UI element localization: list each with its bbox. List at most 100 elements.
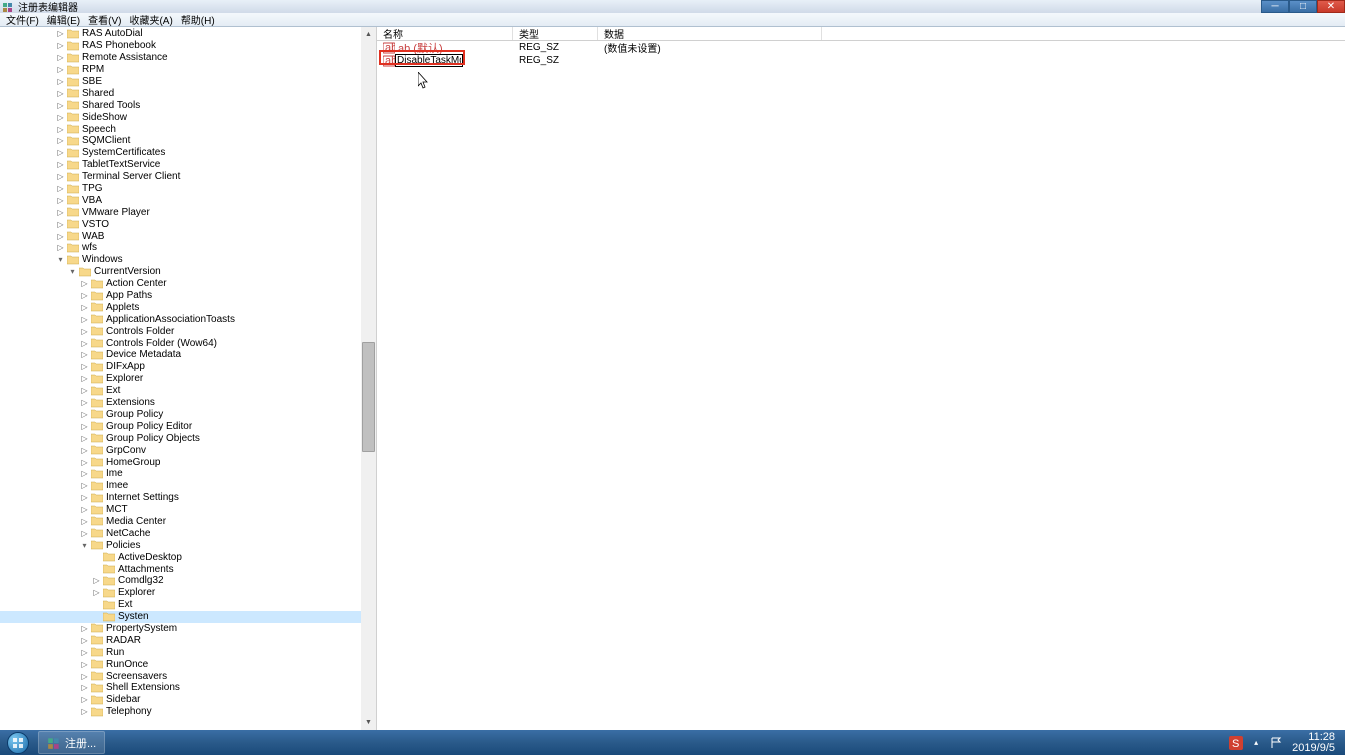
tree-expander-icon[interactable]: ▾ xyxy=(68,267,77,276)
scroll-up-button[interactable]: ▲ xyxy=(361,27,376,42)
tree-expander-icon[interactable] xyxy=(92,553,101,562)
tree-item[interactable]: ▷Extensions xyxy=(0,397,376,409)
tree-expander-icon[interactable]: ▷ xyxy=(56,196,65,205)
tree-item[interactable]: ▷Explorer xyxy=(0,587,376,599)
tree-expander-icon[interactable]: ▷ xyxy=(80,398,89,407)
tree-expander-icon[interactable]: ▷ xyxy=(80,672,89,681)
tree-expander-icon[interactable]: ▷ xyxy=(80,695,89,704)
tree-expander-icon[interactable]: ▷ xyxy=(80,410,89,419)
menu-file[interactable]: 文件(F) xyxy=(2,12,43,27)
tree-expander-icon[interactable]: ▷ xyxy=(80,648,89,657)
tree-item[interactable]: ▷Internet Settings xyxy=(0,492,376,504)
tree-expander-icon[interactable]: ▷ xyxy=(56,148,65,157)
tree-expander-icon[interactable]: ▷ xyxy=(92,588,101,597)
tree-item[interactable]: ▷DIFxApp xyxy=(0,361,376,373)
tree-expander-icon[interactable]: ▷ xyxy=(80,636,89,645)
list-row[interactable]: ab ab (默认) REG_SZ (数值未设置) xyxy=(377,41,1345,54)
tree-expander-icon[interactable]: ▷ xyxy=(80,624,89,633)
column-data[interactable]: 数据 xyxy=(598,27,822,40)
tree-item[interactable]: ▷App Paths xyxy=(0,290,376,302)
tree-item[interactable]: Ext xyxy=(0,599,376,611)
tree-pane[interactable]: ▷RAS AutoDial▷RAS Phonebook▷Remote Assis… xyxy=(0,27,377,730)
tree-expander-icon[interactable]: ▷ xyxy=(80,303,89,312)
tree-expander-icon[interactable] xyxy=(92,600,101,609)
tree-item[interactable]: ▷NetCache xyxy=(0,527,376,539)
window-titlebar[interactable]: 注册表编辑器 ─ □ ✕ xyxy=(0,0,1345,13)
column-name[interactable]: 名称 xyxy=(377,27,513,40)
tree-item[interactable]: ▷RAS AutoDial xyxy=(0,28,376,40)
tree-expander-icon[interactable]: ▷ xyxy=(56,232,65,241)
tree-expander-icon[interactable]: ▷ xyxy=(80,434,89,443)
tree-expander-icon[interactable]: ▷ xyxy=(56,29,65,38)
tree-item[interactable]: ▷Media Center xyxy=(0,516,376,528)
tree-item[interactable]: ▾Windows xyxy=(0,254,376,266)
tree-item[interactable]: ▷SideShow xyxy=(0,111,376,123)
scroll-down-button[interactable]: ▼ xyxy=(361,715,376,730)
menu-favorites[interactable]: 收藏夹(A) xyxy=(125,12,176,27)
tree-item[interactable]: ▾Policies xyxy=(0,539,376,551)
tray-up-icon[interactable]: ▴ xyxy=(1249,736,1263,750)
tree-item[interactable]: ▷Device Metadata xyxy=(0,349,376,361)
tree-item[interactable]: ▷TabletTextService xyxy=(0,159,376,171)
taskbar-item-regedit[interactable]: 注册... xyxy=(38,731,105,754)
tree-scrollbar[interactable]: ▲ ▼ xyxy=(361,27,376,730)
tree-item[interactable]: ▷Ext xyxy=(0,385,376,397)
tree-expander-icon[interactable]: ▷ xyxy=(56,172,65,181)
tree-expander-icon[interactable]: ▷ xyxy=(80,505,89,514)
tree-item[interactable]: ▷Screensavers xyxy=(0,670,376,682)
tree-item[interactable]: ▷Comdlg32 xyxy=(0,575,376,587)
tree-item[interactable]: Systen xyxy=(0,611,376,623)
tree-item[interactable]: ▷wfs xyxy=(0,242,376,254)
tree-item[interactable]: ▷PropertySystem xyxy=(0,623,376,635)
tree-expander-icon[interactable]: ▷ xyxy=(80,422,89,431)
tree-item[interactable]: ▷HomeGroup xyxy=(0,456,376,468)
tree-expander-icon[interactable] xyxy=(92,612,101,621)
tree-item[interactable]: ▷Action Center xyxy=(0,278,376,290)
tree-expander-icon[interactable]: ▾ xyxy=(56,255,65,264)
close-button[interactable]: ✕ xyxy=(1317,0,1345,13)
tree-item[interactable]: ▷Explorer xyxy=(0,373,376,385)
tree-expander-icon[interactable]: ▷ xyxy=(80,350,89,359)
tree-item[interactable]: ▷Shared xyxy=(0,87,376,99)
tree-expander-icon[interactable]: ▷ xyxy=(80,481,89,490)
tree-expander-icon[interactable]: ▷ xyxy=(80,374,89,383)
tree-item[interactable]: ▷Applets xyxy=(0,301,376,313)
tree-expander-icon[interactable]: ▷ xyxy=(56,89,65,98)
tree-expander-icon[interactable]: ▷ xyxy=(80,446,89,455)
tree-expander-icon[interactable]: ▷ xyxy=(56,113,65,122)
tree-item[interactable]: ▷VBA xyxy=(0,194,376,206)
tree-item[interactable]: ▷SBE xyxy=(0,76,376,88)
tree-item[interactable]: ▷Shared Tools xyxy=(0,99,376,111)
tree-expander-icon[interactable]: ▷ xyxy=(56,136,65,145)
menu-view[interactable]: 查看(V) xyxy=(84,12,125,27)
tree-item[interactable]: ▷Controls Folder xyxy=(0,325,376,337)
system-tray[interactable]: S ▴ 11:28 2019/9/5 xyxy=(1222,730,1345,755)
tree-expander-icon[interactable]: ▷ xyxy=(80,529,89,538)
tree-expander-icon[interactable]: ▷ xyxy=(56,77,65,86)
tree-expander-icon[interactable]: ▷ xyxy=(80,291,89,300)
tray-flag-icon[interactable] xyxy=(1269,736,1283,750)
tree-expander-icon[interactable]: ▷ xyxy=(80,315,89,324)
tree-expander-icon[interactable]: ▷ xyxy=(80,339,89,348)
tree-expander-icon[interactable]: ▷ xyxy=(80,469,89,478)
tree-item[interactable]: ▷Group Policy Editor xyxy=(0,420,376,432)
tree-expander-icon[interactable]: ▷ xyxy=(56,101,65,110)
tree-item[interactable]: ▷Remote Assistance xyxy=(0,52,376,64)
tree-item[interactable]: ▷Ime xyxy=(0,468,376,480)
tree-item[interactable]: ▷Shell Extensions xyxy=(0,682,376,694)
tree-expander-icon[interactable]: ▷ xyxy=(56,243,65,252)
tree-item[interactable]: ▷SystemCertificates xyxy=(0,147,376,159)
column-type[interactable]: 类型 xyxy=(513,27,598,40)
tree-item[interactable]: ▷Telephony xyxy=(0,706,376,718)
list-row[interactable]: ab REG_SZ xyxy=(377,54,1345,67)
tree-item[interactable]: ▷GrpConv xyxy=(0,444,376,456)
tree-expander-icon[interactable]: ▷ xyxy=(80,386,89,395)
tree-item[interactable]: ▷MCT xyxy=(0,504,376,516)
tree-expander-icon[interactable]: ▾ xyxy=(80,541,89,550)
rename-input[interactable] xyxy=(395,54,463,67)
tree-expander-icon[interactable]: ▷ xyxy=(80,279,89,288)
tree-expander-icon[interactable]: ▷ xyxy=(80,458,89,467)
taskbar[interactable]: 注册... S ▴ 11:28 2019/9/5 xyxy=(0,730,1345,755)
tree-expander-icon[interactable]: ▷ xyxy=(80,660,89,669)
tree-item[interactable]: ▷RPM xyxy=(0,64,376,76)
